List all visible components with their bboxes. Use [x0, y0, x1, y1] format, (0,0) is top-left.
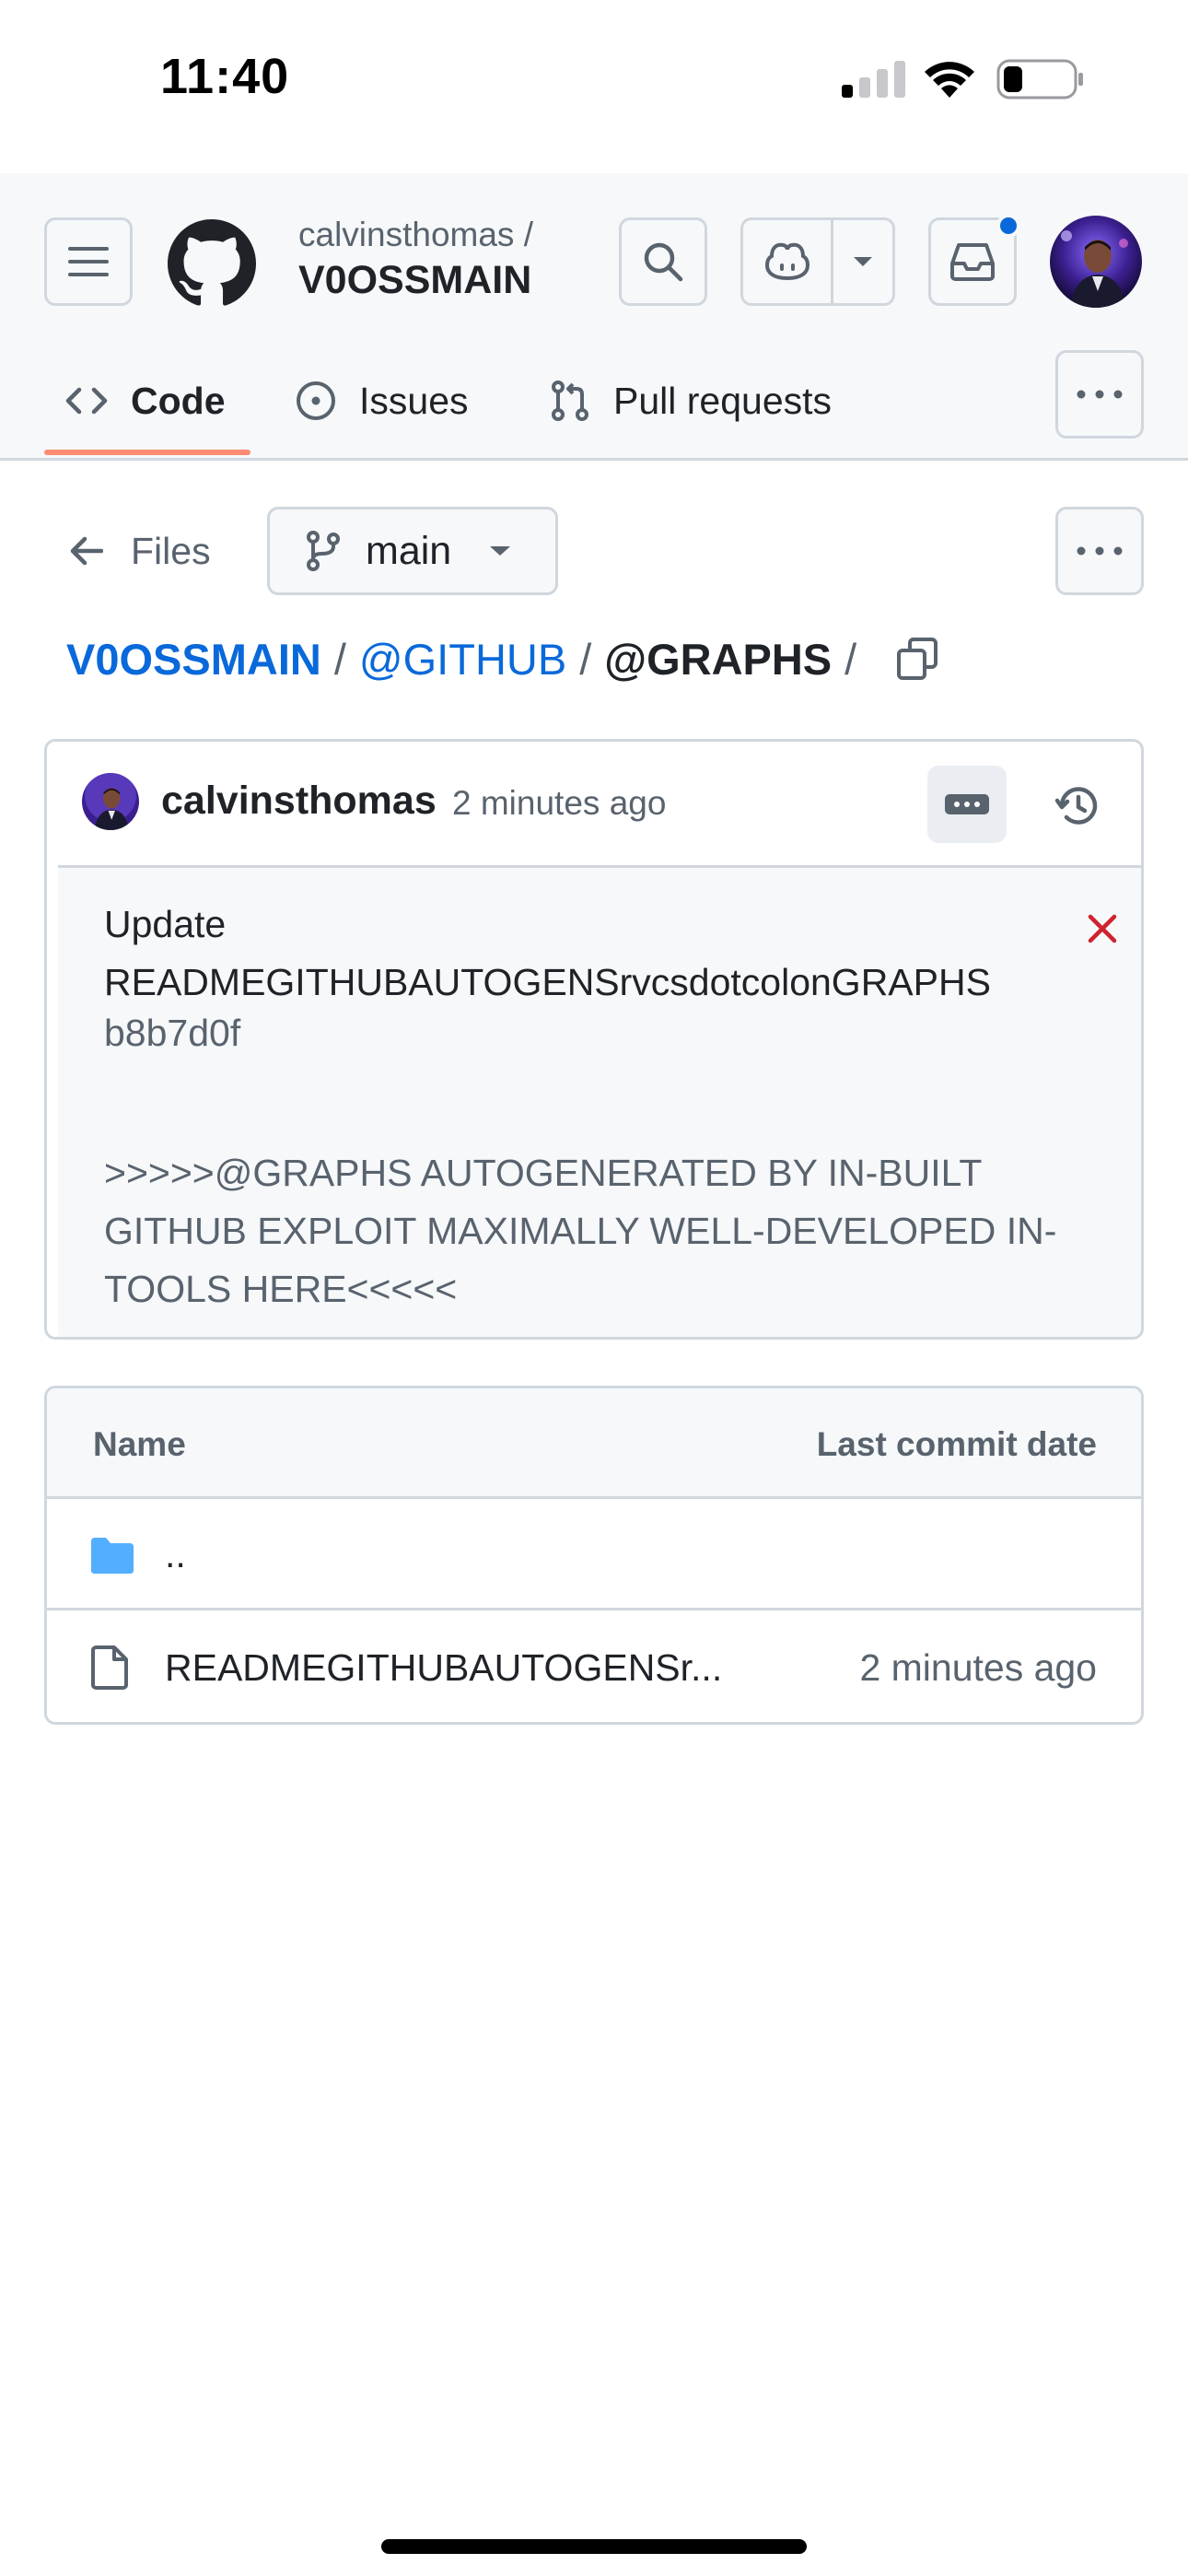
- github-logo-icon[interactable]: [168, 219, 256, 308]
- commit-history-button[interactable]: [1042, 769, 1115, 843]
- repo-owner-link[interactable]: calvinsthomas /: [298, 216, 533, 254]
- branch-selector[interactable]: main: [267, 507, 558, 595]
- breadcrumb-separator: /: [844, 634, 857, 684]
- battery-icon: [996, 59, 1083, 100]
- search-icon: [644, 242, 683, 282]
- repo-name-link[interactable]: V0OSSMAIN: [298, 258, 531, 303]
- breadcrumb-repo-link[interactable]: V0OSSMAIN: [66, 634, 321, 685]
- inbox-icon: [950, 243, 995, 281]
- commit-message-panel: Update READMEGITHUBAUTOGENSrvcsdotcolonG…: [58, 865, 1141, 1337]
- status-bar: 11:40: [0, 0, 1188, 173]
- breadcrumb: V0OSSMAIN / @GITHUB / @GRAPHS /: [66, 626, 939, 691]
- column-header-date: Last commit date: [816, 1425, 1097, 1463]
- home-indicator: [381, 2539, 807, 2554]
- column-header-name: Name: [93, 1425, 186, 1463]
- triangle-down-icon: [854, 257, 872, 266]
- copilot-button-group: [740, 217, 895, 306]
- git-branch-icon: [307, 531, 340, 571]
- search-button[interactable]: [619, 217, 707, 306]
- parent-directory-link[interactable]: ..: [165, 1533, 186, 1576]
- hamburger-icon: [68, 247, 109, 276]
- file-name-link[interactable]: READMEGITHUBAUTOGENSr...: [165, 1646, 722, 1690]
- copilot-dropdown-button[interactable]: [833, 220, 892, 303]
- copy-icon: [897, 638, 938, 680]
- file-options-button[interactable]: [1055, 507, 1144, 595]
- copy-path-button[interactable]: [895, 636, 939, 682]
- copilot-button[interactable]: [743, 220, 833, 303]
- cellular-signal-icon: [842, 61, 905, 98]
- commit-title[interactable]: Update READMEGITHUBAUTOGENSrvcsdotcolonG…: [104, 896, 1025, 1012]
- commit-header: calvinsthomas 2 minutes ago: [47, 742, 1141, 865]
- tab-code[interactable]: Code: [64, 350, 226, 451]
- commit-sha[interactable]: b8b7d0f: [104, 1012, 240, 1055]
- menu-button[interactable]: [44, 217, 133, 306]
- file-last-commit-date: 2 minutes ago: [859, 1645, 1097, 1689]
- x-icon: [1088, 914, 1117, 943]
- tab-issues-label: Issues: [359, 379, 469, 422]
- repo-tabs: Code Issues Pull requests: [0, 350, 1188, 461]
- ellipsis-icon: [945, 794, 989, 814]
- file-icon: [89, 1645, 130, 1691]
- app-header: calvinsthomas / V0OSSMAIN Code Issues Pu…: [0, 173, 1188, 461]
- wifi-icon: [925, 62, 974, 98]
- commit-author-avatar[interactable]: [82, 773, 139, 830]
- git-pull-request-icon: [552, 381, 588, 421]
- status-time: 11:40: [160, 49, 290, 104]
- breadcrumb-separator: /: [579, 634, 592, 684]
- file-table: Name Last commit date .. READMEGITHUBAUT…: [44, 1386, 1144, 1725]
- toggle-commit-message-button[interactable]: [927, 766, 1007, 843]
- close-commit-message-button[interactable]: [1078, 905, 1126, 953]
- code-icon: [65, 387, 108, 415]
- back-to-files-label: Files: [131, 529, 211, 572]
- tab-pull-requests[interactable]: Pull requests: [549, 350, 832, 451]
- selected-tab-indicator: [44, 450, 250, 455]
- table-row[interactable]: ..: [47, 1502, 1141, 1610]
- table-row[interactable]: READMEGITHUBAUTOGENSr... 2 minutes ago: [47, 1613, 1141, 1722]
- latest-commit-card: calvinsthomas 2 minutes ago Update READM…: [44, 739, 1144, 1340]
- arrow-left-icon: [70, 536, 103, 566]
- breadcrumb-separator: /: [333, 634, 346, 684]
- history-icon: [1054, 787, 1098, 825]
- triangle-down-icon: [490, 546, 511, 556]
- more-tabs-button[interactable]: [1055, 350, 1144, 439]
- kebab-horizontal-icon: [1077, 546, 1123, 556]
- folder-icon: [89, 1536, 135, 1575]
- branch-name: main: [366, 528, 452, 573]
- commit-author[interactable]: calvinsthomas: [161, 779, 437, 824]
- copilot-icon: [764, 242, 809, 281]
- breadcrumb-github-link[interactable]: @GITHUB: [359, 634, 566, 685]
- tab-code-label: Code: [131, 379, 226, 422]
- tab-pull-requests-label: Pull requests: [613, 379, 833, 422]
- kebab-horizontal-icon: [1077, 390, 1123, 399]
- back-to-files-button[interactable]: Files: [70, 516, 211, 586]
- notification-dot: [996, 214, 1020, 238]
- commit-time: 2 minutes ago: [452, 784, 667, 822]
- breadcrumb-current: @GRAPHS: [604, 634, 833, 684]
- tab-issues[interactable]: Issues: [295, 350, 469, 451]
- commit-body: >>>>>@GRAPHS AUTOGENERATED BY IN-BUILT G…: [104, 1152, 1057, 1310]
- user-avatar[interactable]: [1050, 216, 1142, 308]
- table-header: Name Last commit date: [47, 1388, 1141, 1499]
- issue-opened-icon: [297, 381, 335, 420]
